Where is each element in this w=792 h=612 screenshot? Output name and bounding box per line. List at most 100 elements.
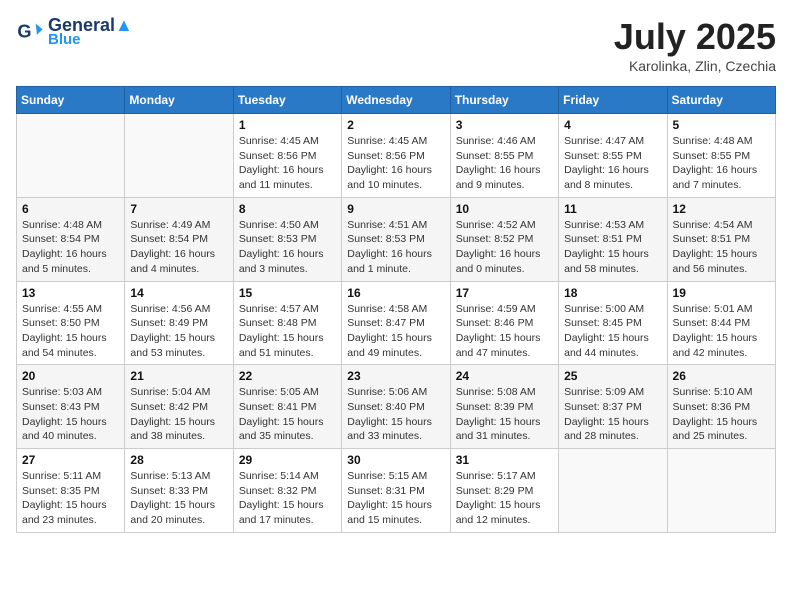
day-number: 10 (456, 202, 553, 216)
calendar-cell: 28 Sunrise: 5:13 AM Sunset: 8:33 PM Dayli… (125, 449, 233, 533)
calendar-cell: 19Sunrise: 5:01 AM Sunset: 8:44 PM Dayli… (667, 281, 775, 365)
calendar-cell: 24Sunrise: 5:08 AM Sunset: 8:39 PM Dayli… (450, 365, 558, 449)
day-info: Sunrise: 5:03 AM Sunset: 8:43 PM Dayligh… (22, 385, 119, 444)
logo: G General▲ Blue (16, 16, 133, 48)
day-of-week-header: Sunday (17, 87, 125, 114)
calendar-cell: 13 Sunrise: 4:55 AM Sunset: 8:50 PM Dayli… (17, 281, 125, 365)
day-number: 7 (130, 202, 227, 216)
day-info: Sunrise: 4:57 AM Sunset: 8:48 PM Dayligh… (239, 302, 336, 361)
day-number: 4 (564, 118, 661, 132)
day-info: Sunrise: 4:54 AM Sunset: 8:51 PM Dayligh… (673, 218, 770, 277)
day-info: Sunrise: 4:53 AM Sunset: 8:51 PM Dayligh… (564, 218, 661, 277)
calendar-cell: 2Sunrise: 4:45 AM Sunset: 8:56 PM Daylig… (342, 114, 450, 198)
calendar-cell: 7 Sunrise: 4:49 AM Sunset: 8:54 PM Daylig… (125, 197, 233, 281)
day-info: Sunrise: 4:48 AM Sunset: 8:55 PM Dayligh… (673, 134, 770, 193)
day-info: Sunrise: 5:13 AM Sunset: 8:33 PM Dayligh… (130, 469, 227, 528)
calendar-cell: 26Sunrise: 5:10 AM Sunset: 8:36 PM Dayli… (667, 365, 775, 449)
calendar-cell: 11 Sunrise: 4:53 AM Sunset: 8:51 PM Dayli… (559, 197, 667, 281)
calendar-body: 1 Sunrise: 4:45 AM Sunset: 8:56 PM Daylig… (17, 114, 776, 533)
calendar-cell: 17Sunrise: 4:59 AM Sunset: 8:46 PM Dayli… (450, 281, 558, 365)
day-number: 5 (673, 118, 770, 132)
day-number: 25 (564, 369, 661, 383)
calendar-cell: 15 Sunrise: 4:57 AM Sunset: 8:48 PM Dayli… (233, 281, 341, 365)
day-info: Sunrise: 5:17 AM Sunset: 8:29 PM Dayligh… (456, 469, 553, 528)
month-year: July 2025 (614, 16, 776, 58)
day-number: 23 (347, 369, 444, 383)
day-info: Sunrise: 5:14 AM Sunset: 8:32 PM Dayligh… (239, 469, 336, 528)
logo-icon: G (16, 18, 44, 46)
calendar-cell: 29 Sunrise: 5:14 AM Sunset: 8:32 PM Dayli… (233, 449, 341, 533)
calendar-cell: 30 Sunrise: 5:15 AM Sunset: 8:31 PM Dayli… (342, 449, 450, 533)
calendar-header-row: SundayMondayTuesdayWednesdayThursdayFrid… (17, 87, 776, 114)
day-number: 18 (564, 286, 661, 300)
day-info: Sunrise: 5:01 AM Sunset: 8:44 PM Dayligh… (673, 302, 770, 361)
day-info: Sunrise: 5:10 AM Sunset: 8:36 PM Dayligh… (673, 385, 770, 444)
calendar-cell: 9 Sunrise: 4:51 AM Sunset: 8:53 PM Daylig… (342, 197, 450, 281)
day-number: 20 (22, 369, 119, 383)
svg-text:G: G (17, 22, 31, 42)
day-of-week-header: Thursday (450, 87, 558, 114)
day-of-week-header: Friday (559, 87, 667, 114)
location: Karolinka, Zlin, Czechia (614, 58, 776, 74)
calendar-cell: 5 Sunrise: 4:48 AM Sunset: 8:55 PM Daylig… (667, 114, 775, 198)
calendar-cell: 8 Sunrise: 4:50 AM Sunset: 8:53 PM Daylig… (233, 197, 341, 281)
day-info: Sunrise: 4:49 AM Sunset: 8:54 PM Dayligh… (130, 218, 227, 277)
day-number: 6 (22, 202, 119, 216)
calendar-week-row: 27 Sunrise: 5:11 AM Sunset: 8:35 PM Dayli… (17, 449, 776, 533)
day-number: 22 (239, 369, 336, 383)
calendar-cell: 20 Sunrise: 5:03 AM Sunset: 8:43 PM Dayli… (17, 365, 125, 449)
day-number: 11 (564, 202, 661, 216)
calendar-cell: 23 Sunrise: 5:06 AM Sunset: 8:40 PM Dayli… (342, 365, 450, 449)
calendar-week-row: 13 Sunrise: 4:55 AM Sunset: 8:50 PM Dayli… (17, 281, 776, 365)
day-number: 9 (347, 202, 444, 216)
calendar-cell: 3Sunrise: 4:46 AM Sunset: 8:55 PM Daylig… (450, 114, 558, 198)
calendar-cell: 25 Sunrise: 5:09 AM Sunset: 8:37 PM Dayli… (559, 365, 667, 449)
day-info: Sunrise: 5:11 AM Sunset: 8:35 PM Dayligh… (22, 469, 119, 528)
calendar-cell: 6Sunrise: 4:48 AM Sunset: 8:54 PM Daylig… (17, 197, 125, 281)
day-info: Sunrise: 4:51 AM Sunset: 8:53 PM Dayligh… (347, 218, 444, 277)
day-number: 13 (22, 286, 119, 300)
day-number: 2 (347, 118, 444, 132)
calendar-week-row: 20 Sunrise: 5:03 AM Sunset: 8:43 PM Dayli… (17, 365, 776, 449)
day-number: 15 (239, 286, 336, 300)
day-info: Sunrise: 4:50 AM Sunset: 8:53 PM Dayligh… (239, 218, 336, 277)
title-block: July 2025 Karolinka, Zlin, Czechia (614, 16, 776, 74)
day-info: Sunrise: 4:55 AM Sunset: 8:50 PM Dayligh… (22, 302, 119, 361)
calendar-cell: 27 Sunrise: 5:11 AM Sunset: 8:35 PM Dayli… (17, 449, 125, 533)
day-number: 29 (239, 453, 336, 467)
calendar-cell (17, 114, 125, 198)
day-info: Sunrise: 5:06 AM Sunset: 8:40 PM Dayligh… (347, 385, 444, 444)
logo-text: General▲ Blue (48, 16, 133, 48)
calendar-cell: 1 Sunrise: 4:45 AM Sunset: 8:56 PM Daylig… (233, 114, 341, 198)
day-info: Sunrise: 5:04 AM Sunset: 8:42 PM Dayligh… (130, 385, 227, 444)
calendar-cell: 14 Sunrise: 4:56 AM Sunset: 8:49 PM Dayli… (125, 281, 233, 365)
calendar-cell: 16 Sunrise: 4:58 AM Sunset: 8:47 PM Dayli… (342, 281, 450, 365)
day-info: Sunrise: 5:08 AM Sunset: 8:39 PM Dayligh… (456, 385, 553, 444)
day-info: Sunrise: 5:15 AM Sunset: 8:31 PM Dayligh… (347, 469, 444, 528)
page-header: G General▲ Blue July 2025 Karolinka, Zli… (16, 16, 776, 74)
calendar-cell (667, 449, 775, 533)
day-number: 16 (347, 286, 444, 300)
calendar-week-row: 6Sunrise: 4:48 AM Sunset: 8:54 PM Daylig… (17, 197, 776, 281)
calendar-cell (559, 449, 667, 533)
calendar-cell: 31 Sunrise: 5:17 AM Sunset: 8:29 PM Dayli… (450, 449, 558, 533)
day-info: Sunrise: 4:59 AM Sunset: 8:46 PM Dayligh… (456, 302, 553, 361)
day-info: Sunrise: 4:58 AM Sunset: 8:47 PM Dayligh… (347, 302, 444, 361)
day-number: 8 (239, 202, 336, 216)
day-info: Sunrise: 5:05 AM Sunset: 8:41 PM Dayligh… (239, 385, 336, 444)
day-info: Sunrise: 4:45 AM Sunset: 8:56 PM Dayligh… (239, 134, 336, 193)
day-info: Sunrise: 4:56 AM Sunset: 8:49 PM Dayligh… (130, 302, 227, 361)
day-number: 30 (347, 453, 444, 467)
calendar-cell: 18Sunrise: 5:00 AM Sunset: 8:45 PM Dayli… (559, 281, 667, 365)
day-info: Sunrise: 5:09 AM Sunset: 8:37 PM Dayligh… (564, 385, 661, 444)
day-of-week-header: Saturday (667, 87, 775, 114)
day-number: 14 (130, 286, 227, 300)
day-number: 31 (456, 453, 553, 467)
day-number: 3 (456, 118, 553, 132)
day-number: 1 (239, 118, 336, 132)
day-number: 12 (673, 202, 770, 216)
day-of-week-header: Wednesday (342, 87, 450, 114)
day-number: 27 (22, 453, 119, 467)
calendar-cell: 10Sunrise: 4:52 AM Sunset: 8:52 PM Dayli… (450, 197, 558, 281)
day-number: 28 (130, 453, 227, 467)
